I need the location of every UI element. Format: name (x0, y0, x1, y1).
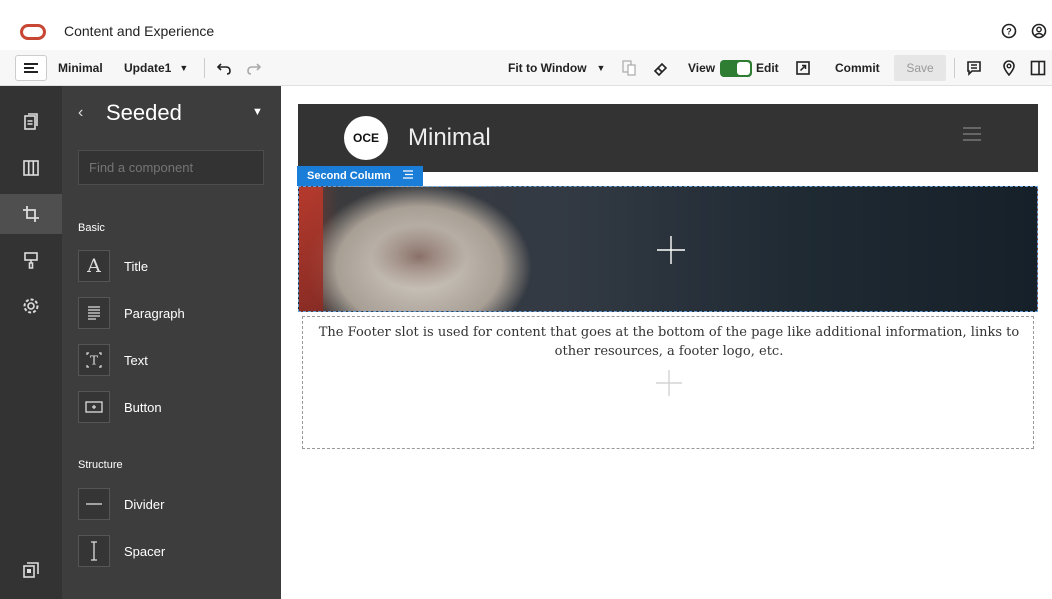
oracle-logo-icon (20, 24, 46, 40)
save-button[interactable]: Save (894, 55, 946, 81)
toolbar-divider (954, 58, 955, 78)
slot-menu-icon[interactable] (402, 170, 413, 182)
rail-pages-button[interactable] (0, 102, 62, 142)
panel-icon (1030, 60, 1046, 76)
comment-icon (967, 61, 981, 76)
redo-button[interactable] (246, 50, 262, 86)
redo-icon (247, 63, 262, 75)
update-selector[interactable]: Update1 ▼ (124, 50, 188, 86)
comments-button[interactable] (966, 50, 982, 86)
device-icon (622, 60, 636, 76)
app-title: Content and Experience (64, 23, 215, 39)
component-spacer[interactable]: Spacer (78, 535, 165, 567)
toolbar-divider (204, 58, 205, 78)
section-structure: Structure (78, 459, 123, 471)
button-icon (78, 391, 110, 423)
spacer-icon (78, 535, 110, 567)
menu-button[interactable] (14, 50, 48, 86)
site-name: Minimal (58, 61, 103, 75)
help-icon[interactable]: ? (1000, 22, 1018, 40)
component-label: Paragraph (124, 305, 185, 321)
add-component-icon[interactable] (655, 369, 683, 397)
eraser-icon (653, 62, 668, 76)
panel-dropdown-icon[interactable]: ▼ (252, 106, 263, 118)
svg-text:T: T (90, 354, 98, 368)
slot-tag-label: Second Column (307, 170, 391, 182)
divider-icon (78, 488, 110, 520)
rail-settings-button[interactable] (0, 286, 62, 326)
view-label[interactable]: View (688, 50, 715, 86)
columns-icon (23, 160, 39, 176)
rail-layout-button[interactable] (0, 148, 62, 188)
component-paragraph[interactable]: Paragraph (78, 297, 185, 329)
hamburger-icon[interactable] (962, 126, 982, 147)
toolbar: Minimal Update1 ▼ Fit to Window ▼ View E… (0, 50, 1052, 86)
page-canvas: OCE Minimal Second Column The Footer slo… (281, 86, 1052, 599)
component-label: Button (124, 399, 162, 415)
rail-components-button[interactable] (0, 194, 62, 234)
map-pin-icon (1003, 60, 1015, 76)
location-button[interactable] (1002, 50, 1016, 86)
title-bar: Content and Experience ? (0, 12, 1052, 50)
commit-button[interactable]: Commit (835, 50, 880, 86)
component-search-input[interactable] (78, 150, 264, 185)
eraser-button[interactable] (652, 50, 668, 86)
title-icon: A (78, 250, 110, 282)
site-title: Minimal (408, 124, 491, 151)
gear-icon (23, 298, 39, 314)
device-preview-button[interactable] (622, 50, 636, 86)
panel-title: Seeded (106, 100, 182, 125)
zoom-label: Fit to Window (508, 61, 587, 75)
chevron-down-icon: ▼ (179, 63, 189, 73)
hero-image (299, 187, 323, 311)
crop-icon (23, 206, 39, 222)
site-header: OCE Minimal (298, 104, 1038, 172)
paragraph-icon (78, 297, 110, 329)
layers-icon (23, 562, 39, 578)
component-title[interactable]: A Title (78, 250, 148, 282)
edit-label[interactable]: Edit (756, 50, 779, 86)
undo-icon (216, 63, 231, 75)
component-label: Divider (124, 496, 165, 512)
rail-themes-button[interactable] (0, 240, 62, 280)
component-panel: ‹ Seeded ▼ Basic A Title Paragraph T Tex… (62, 86, 281, 599)
undo-button[interactable] (216, 50, 232, 86)
footer-text: The Footer slot is used for content that… (318, 325, 1020, 359)
component-label: Text (124, 352, 148, 368)
external-link-icon (796, 61, 810, 75)
chevron-down-icon: ▼ (596, 63, 606, 73)
component-label: Title (124, 258, 149, 274)
component-text[interactable]: T Text (78, 344, 148, 376)
svg-text:?: ? (1006, 27, 1012, 37)
pages-icon (24, 113, 38, 130)
chevron-left-icon[interactable]: ‹ (78, 104, 83, 122)
component-label: Spacer (124, 543, 166, 559)
paint-roller-icon (24, 252, 38, 269)
side-panel-button[interactable] (1030, 50, 1046, 86)
user-icon[interactable] (1030, 22, 1048, 40)
component-button[interactable]: Button (78, 391, 162, 423)
menu-icon (15, 55, 47, 81)
open-preview-button[interactable] (796, 50, 810, 86)
site-logo[interactable]: OCE (344, 116, 388, 160)
slot-tag[interactable]: Second Column (297, 166, 423, 186)
text-icon: T (78, 344, 110, 376)
zoom-selector[interactable]: Fit to Window ▼ (508, 50, 605, 86)
hero-slot[interactable] (298, 186, 1038, 312)
view-edit-toggle[interactable] (720, 60, 752, 77)
update-label: Update1 (124, 61, 172, 75)
section-basic: Basic (78, 222, 105, 234)
add-component-icon[interactable] (656, 235, 686, 265)
rail-bottom-button[interactable] (0, 550, 62, 590)
footer-slot[interactable]: The Footer slot is used for content that… (302, 316, 1034, 449)
left-rail (0, 86, 62, 599)
component-divider[interactable]: Divider (78, 488, 164, 520)
